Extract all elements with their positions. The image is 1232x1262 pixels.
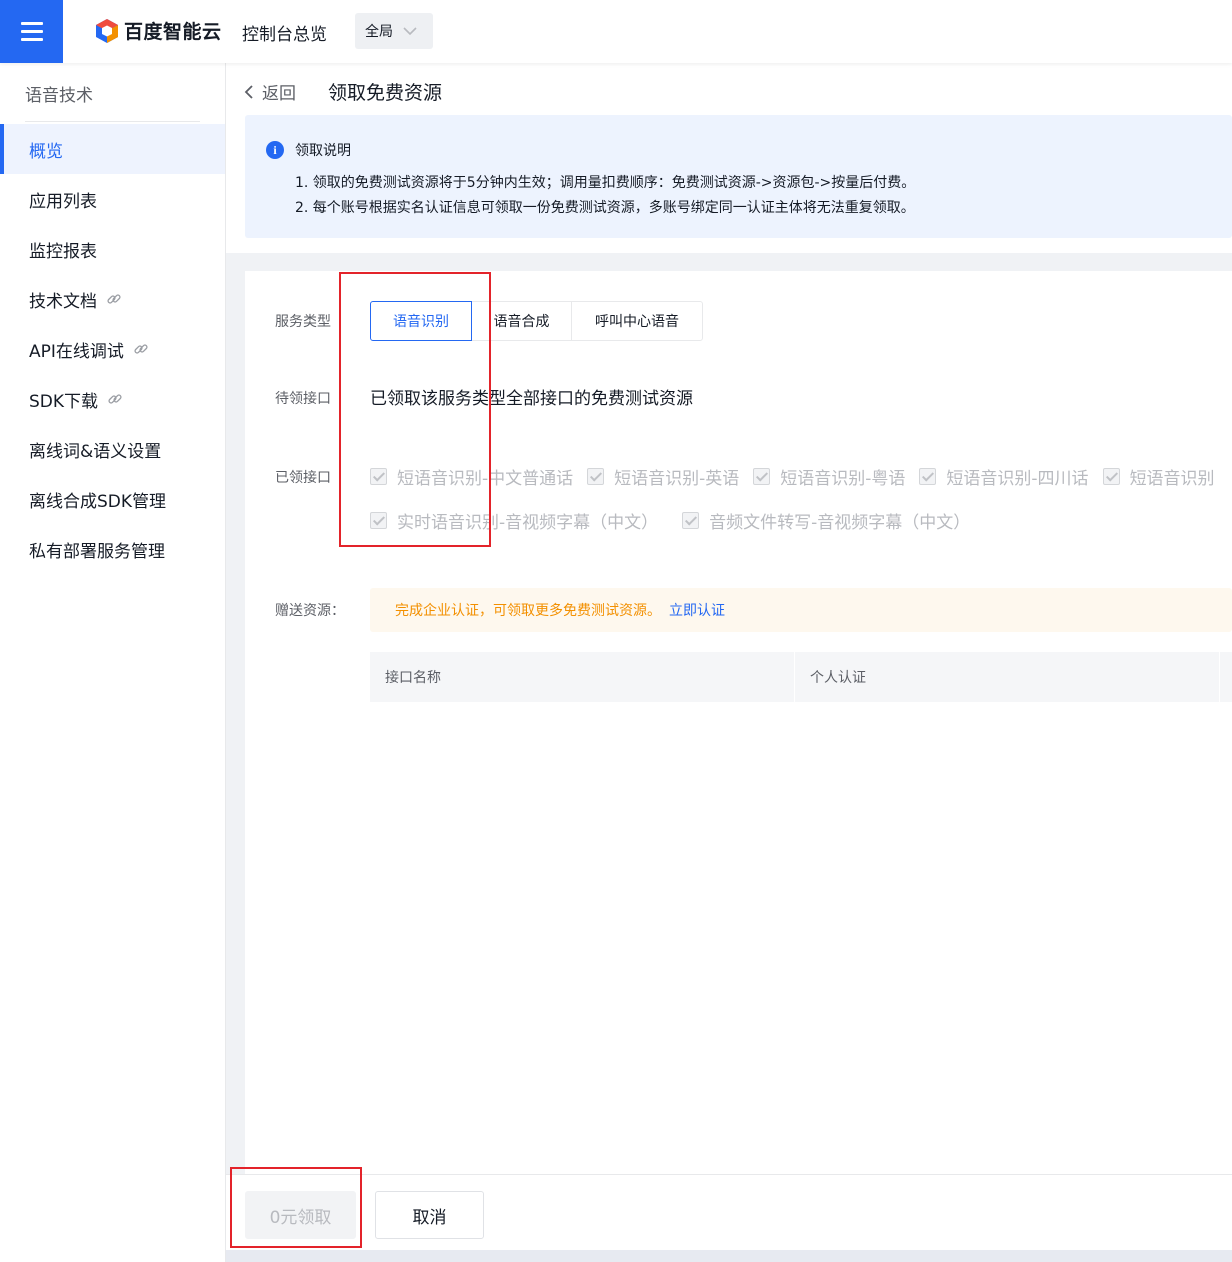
footer-actions: 0元领取 取消 — [226, 1174, 1232, 1250]
page-header: 返回 领取免费资源 i 领取说明 1. 领取的免费测试资源将于5分钟内生效；调用… — [226, 63, 1232, 253]
notice-line: 1. 领取的免费测试资源将于5分钟内生效；调用量扣费顺序：免费测试资源->资源包… — [295, 175, 916, 191]
brand-logo[interactable]: 百度智能云 — [95, 17, 222, 44]
sidebar-item-label: 概览 — [29, 141, 63, 162]
sidebar-item-label: 离线合成SDK管理 — [29, 491, 167, 512]
verify-now-link[interactable]: 立即认证 — [669, 600, 725, 620]
info-icon: i — [266, 141, 284, 159]
chevron-left-icon — [244, 84, 253, 99]
annotation-box — [339, 272, 491, 547]
top-bar: 百度智能云 控制台总览 全局 — [0, 0, 1232, 63]
claimed-interface-checkbox: 短语音识别-粤语 — [753, 464, 905, 489]
table-header: 接口名称 个人认证 — [370, 652, 1232, 702]
column-header-personal-verification: 个人认证 — [795, 652, 1220, 702]
claimed-interface-checkbox: 短语音识别-英语 — [587, 464, 739, 489]
sidebar-item-label: 监控报表 — [29, 241, 97, 262]
sidebar-item-api-debug[interactable]: API在线调试 — [0, 324, 225, 374]
sidebar-item-label: 离线词&语义设置 — [29, 441, 162, 462]
external-link-icon — [134, 344, 148, 354]
sidebar-item-sdk-download[interactable]: SDK下载 — [0, 374, 225, 424]
sidebar: 语音技术 概览 应用列表 监控报表 技术文档 API在线调试 SDK下载 离线词… — [0, 63, 226, 1262]
sidebar-item-offline-words[interactable]: 离线词&语义设置 — [0, 424, 225, 474]
page-title: 领取免费资源 — [328, 82, 443, 104]
sidebar-item-label: 私有部署服务管理 — [29, 541, 165, 562]
notice-panel: i 领取说明 1. 领取的免费测试资源将于5分钟内生效；调用量扣费顺序：免费测试… — [245, 115, 1232, 238]
region-select[interactable]: 全局 — [355, 13, 433, 49]
claimed-interfaces-row: 短语音识别-中文普通话 短语音识别-英语 短语音识别-粤语 短语音识别-四川话 … — [370, 464, 1229, 489]
checked-icon — [682, 512, 700, 529]
claimed-interfaces-label: 已领接口 — [275, 470, 331, 486]
notice-title: 领取说明 — [295, 143, 351, 159]
claimed-interface-label: 短语音识别-粤语 — [780, 469, 906, 489]
sidebar-item-label: 技术文档 — [29, 291, 97, 312]
chevron-down-icon — [403, 26, 417, 35]
sidebar-item-offline-sdk[interactable]: 离线合成SDK管理 — [0, 474, 225, 524]
sidebar-title: 语音技术 — [25, 86, 93, 106]
gift-text: 完成企业认证，可领取更多免费测试资源。 — [395, 603, 661, 619]
region-value: 全局 — [365, 24, 393, 40]
hamburger-menu-icon[interactable] — [0, 0, 63, 63]
notice-line: 2. 每个账号根据实名认证信息可领取一份免费测试资源，多账号绑定同一认证主体将无… — [295, 200, 915, 216]
sidebar-item-label: API在线调试 — [29, 341, 124, 362]
claimed-interface-label: 短语音识别-四川话 — [946, 469, 1089, 489]
claimed-interface-checkbox: 短语音识别 — [1102, 464, 1215, 489]
sidebar-item-private-deploy[interactable]: 私有部署服务管理 — [0, 524, 225, 574]
checked-icon — [753, 468, 771, 485]
sidebar-item-monitoring[interactable]: 监控报表 — [0, 224, 225, 274]
gift-resources-label: 赠送资源： — [275, 603, 345, 619]
cloud-cube-logo-icon — [96, 18, 118, 43]
claimed-interface-checkbox: 音频文件转写-音视频字幕（中文） — [682, 508, 970, 533]
tab-call-center[interactable]: 呼叫中心语音 — [571, 301, 703, 341]
claimed-interface-label: 短语音识别 — [1129, 469, 1215, 489]
checked-icon — [1102, 468, 1120, 485]
pending-interfaces-label: 待领接口 — [275, 391, 331, 407]
sidebar-item-overview[interactable]: 概览 — [0, 124, 225, 174]
back-label: 返回 — [262, 84, 296, 104]
sidebar-item-docs[interactable]: 技术文档 — [0, 274, 225, 324]
claimed-interface-checkbox: 短语音识别-四川话 — [919, 464, 1089, 489]
sidebar-item-label: SDK下载 — [29, 391, 99, 412]
checked-icon — [919, 468, 937, 485]
column-header-interface-name: 接口名称 — [370, 652, 795, 702]
external-link-icon — [108, 394, 122, 404]
sidebar-menu: 概览 应用列表 监控报表 技术文档 API在线调试 SDK下载 离线词&语义设置… — [0, 124, 225, 574]
gift-banner: 完成企业认证，可领取更多免费测试资源。 立即认证 — [370, 588, 1232, 632]
sidebar-item-label: 应用列表 — [29, 191, 97, 212]
claimed-interface-label: 短语音识别-英语 — [614, 469, 740, 489]
sidebar-divider — [25, 121, 200, 122]
brand-name: 百度智能云 — [124, 21, 222, 43]
external-link-icon — [107, 294, 121, 304]
annotation-box — [230, 1167, 362, 1248]
main-content: 返回 领取免费资源 i 领取说明 1. 领取的免费测试资源将于5分钟内生效；调用… — [226, 63, 1232, 1262]
checked-icon — [587, 468, 605, 485]
cancel-button[interactable]: 取消 — [375, 1191, 484, 1239]
console-overview-link[interactable]: 控制台总览 — [242, 20, 327, 45]
bottom-scrollbar-strip — [226, 1250, 1232, 1262]
claimed-interface-label: 音频文件转写-音视频字幕（中文） — [709, 513, 971, 533]
sidebar-item-app-list[interactable]: 应用列表 — [0, 174, 225, 224]
service-type-label: 服务类型 — [275, 314, 331, 330]
back-button[interactable]: 返回 — [244, 79, 296, 104]
